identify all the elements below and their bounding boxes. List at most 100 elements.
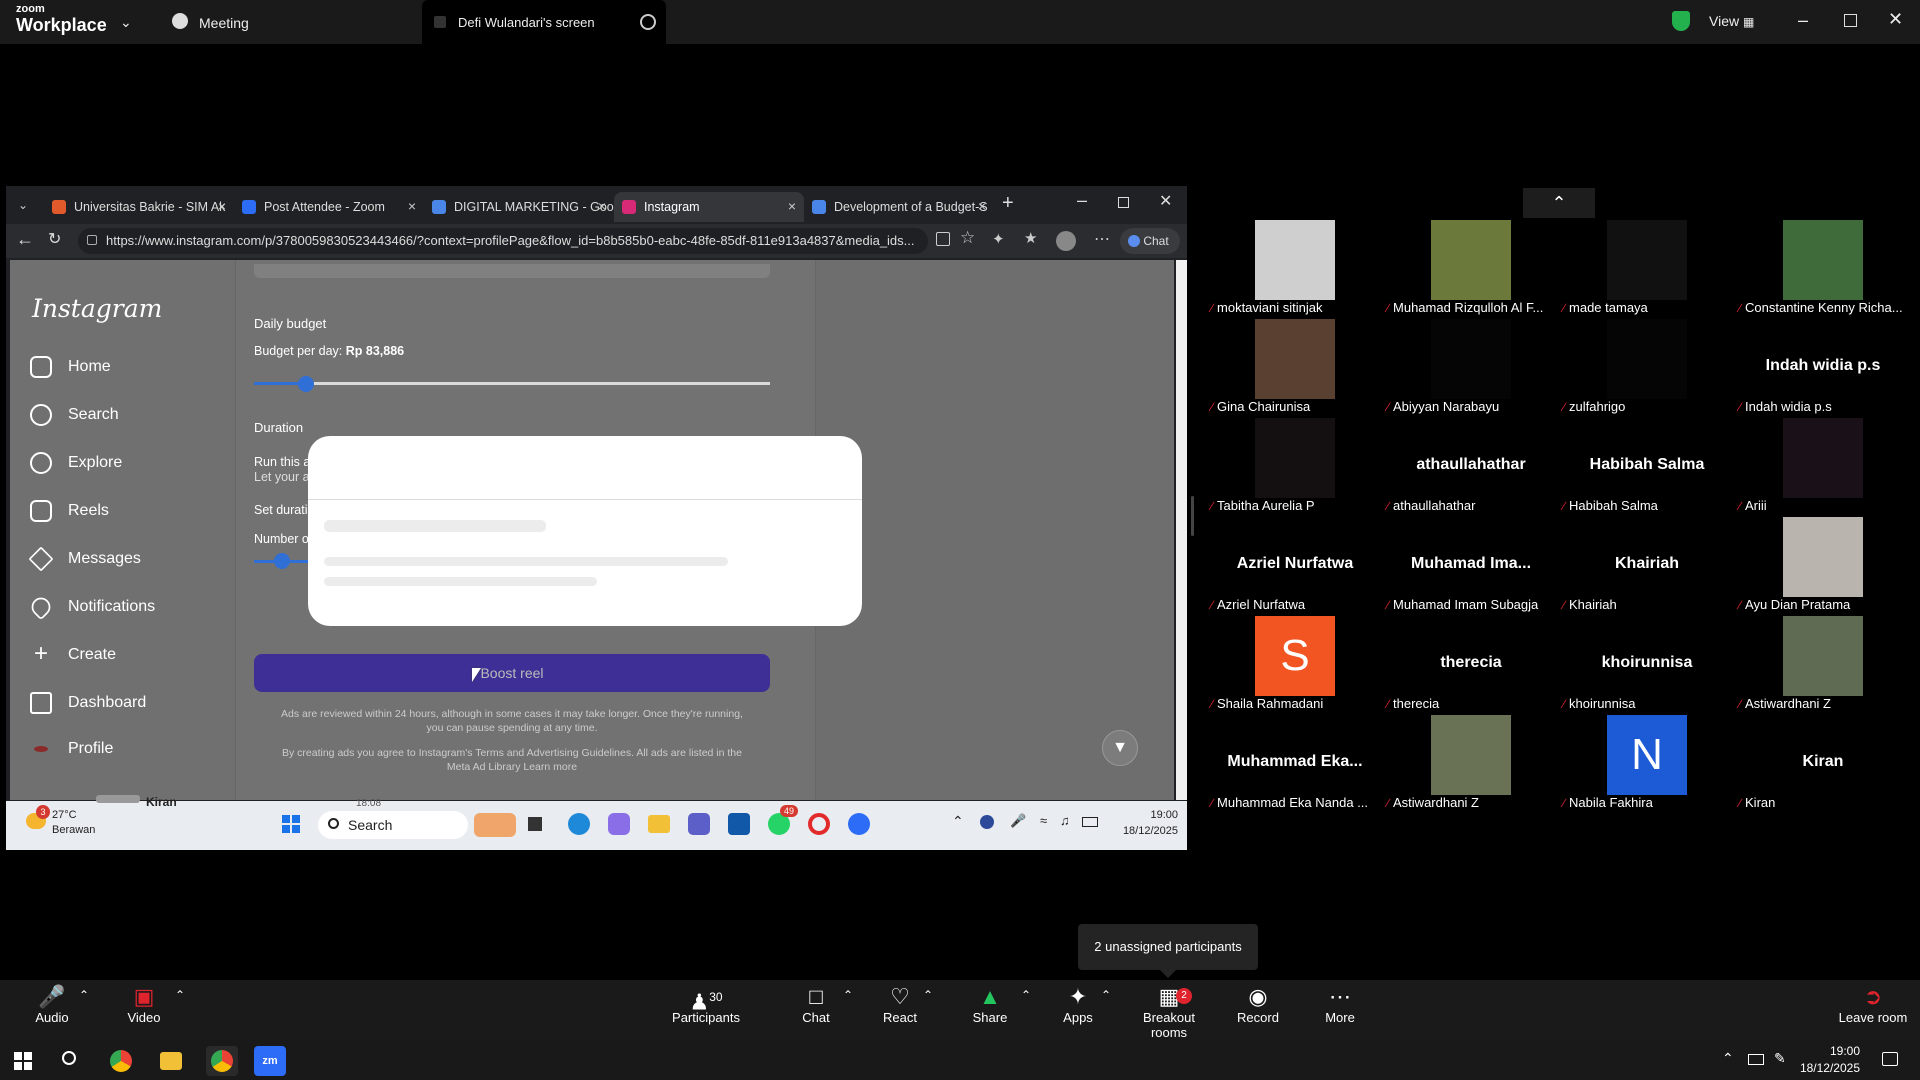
collapse-gallery-icon[interactable]: ⌃ [1523,188,1595,218]
participant-tile[interactable]: ∕ Muhamad Rizqulloh Al F... [1383,220,1559,317]
budget-slider-track[interactable] [254,382,770,385]
messages-float-icon[interactable]: ▼ [1102,730,1138,766]
react-button[interactable]: ♡ React [876,980,924,1040]
boost-reel-button[interactable]: Boost reel [254,654,770,692]
participant-tile[interactable]: Muhammad Eka... ∕ Muhammad Eka Nanda ... [1207,715,1383,812]
breakout-rooms-button[interactable]: ▦ Breakout rooms [1124,980,1214,1040]
file-explorer-icon[interactable] [160,1052,182,1070]
nav-dashboard[interactable]: Dashboard [30,692,146,714]
nav-search[interactable]: Search [30,404,119,426]
participant-tile[interactable]: Habibah Salma ∕ Habibah Salma [1559,418,1735,515]
reload-icon[interactable]: ↻ [48,229,61,249]
edge-icon[interactable] [568,813,590,835]
search-icon[interactable] [62,1051,76,1065]
participant-tile[interactable]: Azriel Nurfatwa ∕ Azriel Nurfatwa [1207,517,1383,614]
chrome-icon[interactable] [110,1050,132,1072]
participants-button[interactable]: ♟30 Participants [668,980,744,1040]
apps-button[interactable]: ✦ Apps [1054,980,1102,1040]
nav-profile[interactable]: Profile [30,740,113,758]
share-button[interactable]: ▲ Share [966,980,1014,1040]
close-icon[interactable]: ✕ [1888,9,1903,30]
unassigned-participants-toast[interactable]: 2 unassigned participants [1078,924,1258,970]
minimize-icon[interactable]: – [1798,10,1808,31]
close-window-icon[interactable]: ✕ [1159,191,1172,211]
back-icon[interactable]: ← [16,229,34,250]
browser-tab-1[interactable]: Post Attendee - Zoom × [234,192,424,222]
participant-tile[interactable]: S ∕ Shaila Rahmadani [1207,616,1383,713]
more-button[interactable]: ⋯ More [1316,980,1364,1040]
record-button[interactable]: ◉ Record [1232,980,1284,1040]
meeting-tab[interactable]: Meeting [199,15,249,31]
participant-tile[interactable]: Khairiah ∕ Khairiah [1559,517,1735,614]
share-options-chevron-icon[interactable]: ⌃ [1018,980,1034,1040]
participant-tile[interactable]: ∕ Astiwardhani Z [1735,616,1911,713]
nav-messages[interactable]: Messages [28,546,141,572]
view-button[interactable]: View ▦ [1709,13,1754,29]
maximize-icon[interactable] [1118,197,1129,208]
menu-icon[interactable]: ⋯ [1094,229,1110,249]
participant-tile[interactable]: ∕ Ayu Dian Pratama [1735,517,1911,614]
copilot-icon[interactable] [608,813,630,835]
browser-tab-2[interactable]: DIGITAL MARKETING - Goo × [424,192,614,222]
clock-time[interactable]: 19:00 [1800,1044,1860,1058]
close-tab-icon[interactable]: × [218,198,226,214]
participant-tile[interactable]: ∕ moktaviani sitinjak [1207,220,1383,317]
folder-icon[interactable] [648,815,670,833]
store-icon[interactable] [728,813,750,835]
split-view-icon[interactable] [936,232,950,246]
volume-icon[interactable]: ♫ [1060,813,1070,828]
windows-start-icon[interactable] [282,815,300,833]
close-tab-icon[interactable]: × [788,198,796,214]
site-info-icon[interactable] [87,235,97,245]
audio-options-chevron-icon[interactable]: ⌃ [76,980,92,1040]
browser-tab-4[interactable]: Development of a Budget-S × [804,192,994,222]
participant-tile[interactable]: ∕ Abiyyan Narabayu [1383,319,1559,416]
more-options-icon[interactable] [640,14,656,30]
battery-icon[interactable] [1082,817,1098,827]
extensions-icon[interactable]: ✦ [992,230,1005,248]
close-tab-icon[interactable]: × [978,198,986,214]
zoom-app-icon[interactable]: zm [254,1046,286,1076]
participant-tile[interactable]: therecia ∕ therecia [1383,616,1559,713]
scrollbar[interactable] [1176,260,1187,800]
url-input[interactable]: https://www.instagram.com/p/378005983052… [78,228,928,254]
participant-tile[interactable]: khoirunnisa ∕ khoirunnisa [1559,616,1735,713]
restore-icon[interactable] [1844,14,1857,27]
tray-icon[interactable] [980,815,994,829]
copilot-chat-button[interactable]: Chat [1120,228,1180,254]
participant-tile[interactable]: ∕ Gina Chairunisa [1207,319,1383,416]
video-options-chevron-icon[interactable]: ⌃ [172,980,188,1040]
teams-icon[interactable] [688,813,710,835]
participant-tile[interactable]: Muhamad Ima... ∕ Muhamad Imam Subagja [1383,517,1559,614]
participant-tile[interactable]: N ∕ Nabila Fakhira [1559,715,1735,812]
minimize-icon[interactable]: – [1077,190,1087,211]
star-icon[interactable]: ☆ [960,228,975,248]
duration-slider-knob[interactable] [274,553,290,569]
task-view-icon[interactable] [528,817,542,831]
nav-reels[interactable]: Reels [30,500,109,522]
participant-tile[interactable]: ∕ Constantine Kenny Richa... [1735,220,1911,317]
chevron-up-icon[interactable]: ⌃ [952,813,964,830]
clock-time[interactable]: 19:00 [1112,809,1178,821]
opera-icon[interactable] [808,813,830,835]
nav-notifications[interactable]: Notifications [27,593,155,621]
clock-date[interactable]: 18/12/2025 [1780,1061,1860,1075]
profile-avatar[interactable] [1056,231,1076,251]
notifications-icon[interactable] [1882,1052,1898,1066]
participant-tile[interactable]: Indah widia p.s ∕ Indah widia p.s [1735,319,1911,416]
new-tab-icon[interactable]: + [1002,192,1014,215]
shield-icon[interactable] [1672,11,1690,31]
favorites-icon[interactable]: ★ [1024,229,1037,247]
participant-tile[interactable]: ∕ Tabitha Aurelia P [1207,418,1383,515]
windows-start-icon[interactable] [14,1052,32,1070]
chrome-active-button[interactable] [206,1046,238,1076]
chat-options-chevron-icon[interactable]: ⌃ [840,980,856,1040]
nav-create[interactable]: + Create [30,642,116,666]
chat-button[interactable]: □ Chat [792,980,840,1040]
participant-tile[interactable]: Kiran ∕ Kiran [1735,715,1911,812]
zoom-taskbar-icon[interactable] [848,813,870,835]
apps-options-chevron-icon[interactable]: ⌃ [1098,980,1114,1040]
wifi-icon[interactable]: ≈ [1040,813,1047,828]
leave-room-button[interactable]: ➲ Leave room [1838,980,1908,1040]
react-options-chevron-icon[interactable]: ⌃ [920,980,936,1040]
